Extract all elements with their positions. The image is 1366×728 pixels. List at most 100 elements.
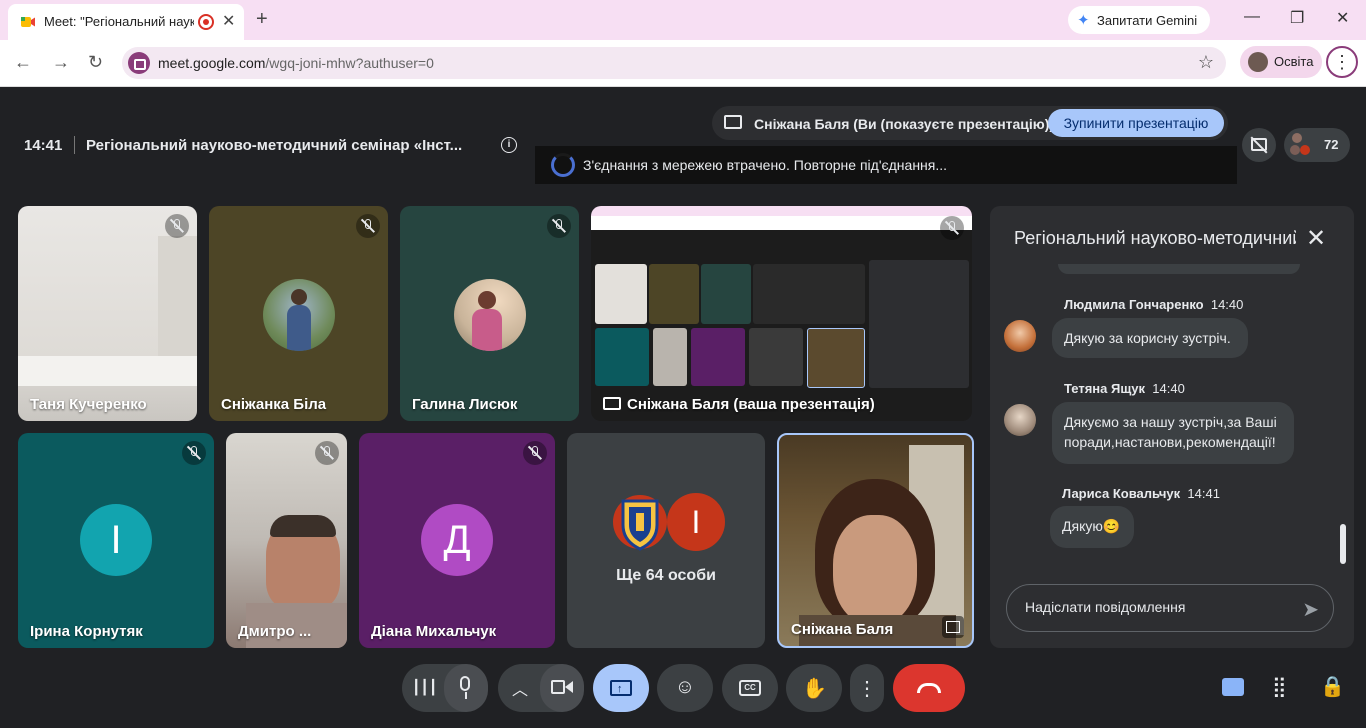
address-bar-row: ← → ↻ meet.google.com/wgq-joni-mhw?authu…	[0, 40, 1366, 87]
participant-count: 72	[1324, 137, 1339, 152]
mini-tabbar	[591, 206, 972, 216]
self-view-tile[interactable]: Сніжана Баля	[777, 433, 974, 648]
hide-presentation-icon[interactable]	[1242, 128, 1276, 162]
camera-button[interactable]	[540, 664, 584, 712]
message-bubble: Дякую за корисну зустріч.	[1052, 318, 1248, 358]
reload-icon[interactable]: ↻	[88, 52, 103, 73]
profile-avatar	[1248, 52, 1268, 72]
mini-tile	[649, 264, 699, 324]
mini-tile	[701, 264, 751, 324]
maximize-icon[interactable]: ❐	[1290, 8, 1304, 28]
camera-options-chevron-icon[interactable]: ︿	[508, 676, 532, 700]
avatar-letter: І	[667, 493, 725, 551]
browser-tab-bar: Meet: "Регіональний науко ✕ + ✦ Запитати…	[0, 0, 1366, 40]
tab-close-icon[interactable]: ✕	[222, 11, 235, 31]
minimize-icon[interactable]: —	[1244, 8, 1260, 26]
volume-off-icon	[940, 216, 964, 240]
chat-close-icon[interactable]: ✕	[1306, 224, 1326, 253]
room-shelf	[18, 356, 197, 386]
window-close-icon[interactable]: ✕	[1336, 8, 1349, 28]
present-screen-icon	[724, 115, 742, 129]
mic-off-icon	[547, 214, 571, 238]
ask-gemini-label: Запитати Gemini	[1097, 13, 1198, 28]
mini-presentation	[753, 264, 865, 324]
new-tab-button[interactable]: +	[256, 8, 268, 31]
present-screen-icon	[603, 397, 621, 410]
gemini-sparkle-icon: ✦	[1077, 12, 1090, 29]
leave-call-button[interactable]	[893, 664, 965, 712]
stop-presenting-button[interactable]: Зупинити презентацію	[1048, 109, 1224, 137]
previous-message-bubble	[1058, 264, 1300, 274]
url-omnibox[interactable]: meet.google.com/wgq-joni-mhw?authuser=0 …	[122, 47, 1226, 79]
activities-grid-icon[interactable]: ⣿	[1272, 674, 1287, 699]
tile-name: Дмитро ...	[238, 623, 312, 640]
participant-tile-iryna[interactable]: І Ірина Корнутяк	[18, 433, 214, 648]
browser-menu-dots-icon[interactable]: ⋮	[1326, 46, 1358, 78]
participant-tile-dmytro[interactable]: Дмитро ...	[226, 433, 347, 648]
recording-indicator-icon	[198, 14, 214, 30]
reconnect-text: З'єднання з мережею втрачено. Повторне п…	[583, 157, 948, 173]
camera-control-group: ︿	[498, 664, 584, 712]
tile-name: Галина Лисюк	[412, 396, 518, 413]
mini-chat	[869, 260, 969, 388]
tile-name: Сніжана Баля	[791, 621, 894, 638]
message-header: Тетяна Ящук 14:40	[1064, 381, 1185, 396]
mini-addressbar	[591, 216, 972, 230]
hangup-icon	[917, 683, 941, 693]
presenting-banner: Сніжана Баля (Ви (показуєте презентацію)…	[712, 106, 1228, 140]
chat-message-input[interactable]	[1023, 598, 1287, 616]
presenting-text: Сніжана Баля (Ви (показуєте презентацію)…	[754, 116, 1055, 132]
back-icon[interactable]: ←	[14, 52, 32, 73]
participants-button[interactable]: 72	[1284, 128, 1350, 162]
participant-tile-diana[interactable]: Д Діана Михальчук	[359, 433, 555, 648]
message-header: Людмила Гончаренко 14:40	[1064, 297, 1244, 312]
room-wall-shadow	[158, 236, 197, 356]
participant-hair	[270, 515, 336, 537]
bookmark-star-icon[interactable]: ☆	[1198, 52, 1214, 73]
chat-input-box: ➤	[1006, 584, 1334, 632]
microphone-button[interactable]	[444, 664, 488, 712]
meet-tab[interactable]: Meet: "Регіональний науко ✕	[8, 4, 244, 40]
emblem-avatar-icon	[613, 495, 667, 551]
more-participants-tile[interactable]: І Ще 64 особи	[567, 433, 765, 648]
chat-panel: Регіональний науково-методичний семінар …	[990, 206, 1354, 648]
host-controls-lock-icon[interactable]: 🔒	[1320, 674, 1345, 699]
reactions-button[interactable]: ☺	[657, 664, 713, 712]
participant-tile-halyna[interactable]: Галина Лисюк	[400, 206, 579, 421]
tile-name: Таня Кучеренко	[30, 396, 147, 413]
captions-button[interactable]: CC	[722, 664, 778, 712]
forward-icon[interactable]: →	[52, 52, 70, 73]
raise-hand-button[interactable]: ✋	[786, 664, 842, 712]
mini-tile	[595, 264, 647, 324]
mini-tile	[807, 328, 865, 388]
message-bubble: Дякую😊	[1050, 506, 1134, 548]
profile-button[interactable]: Освіта	[1240, 46, 1322, 78]
loading-spinner-icon	[551, 153, 575, 177]
participant-tile-snizhanka[interactable]: Сніжанка Біла	[209, 206, 388, 421]
tile-name: Сніжанка Біла	[221, 396, 327, 413]
participant-tile-tanya[interactable]: Таня Кучеренко	[18, 206, 197, 421]
mic-off-icon	[523, 441, 547, 465]
chat-title: Регіональний науково-методичний семінар	[1014, 228, 1296, 248]
more-options-icon: ⋮	[857, 678, 877, 700]
site-info-icon[interactable]	[128, 52, 150, 74]
chat-icon[interactable]	[1222, 676, 1244, 702]
chat-scrollbar[interactable]	[1340, 524, 1346, 564]
present-now-button[interactable]: ↑	[593, 664, 649, 712]
emoji-icon: ☺	[674, 676, 696, 698]
message-avatar	[1004, 404, 1036, 436]
send-icon[interactable]: ➤	[1302, 597, 1319, 622]
audio-level-icon: ┃┃┃	[412, 679, 438, 695]
profile-label: Освіта	[1274, 54, 1314, 69]
more-options-button[interactable]: ⋮	[850, 664, 884, 712]
camera-icon	[551, 680, 565, 694]
reconnect-banner: З'єднання з мережею втрачено. Повторне п…	[535, 146, 1237, 184]
ask-gemini-button[interactable]: ✦ Запитати Gemini	[1068, 6, 1210, 34]
meeting-info-icon[interactable]: i	[501, 137, 517, 153]
avatar-letter: Д	[421, 504, 493, 576]
mic-off-icon	[182, 441, 206, 465]
mic-off-icon	[165, 214, 189, 238]
avatar-letter: І	[80, 504, 152, 576]
presentation-tile[interactable]: Сніжана Баля (ваша презентація)	[591, 206, 972, 421]
pip-icon[interactable]	[942, 616, 964, 638]
